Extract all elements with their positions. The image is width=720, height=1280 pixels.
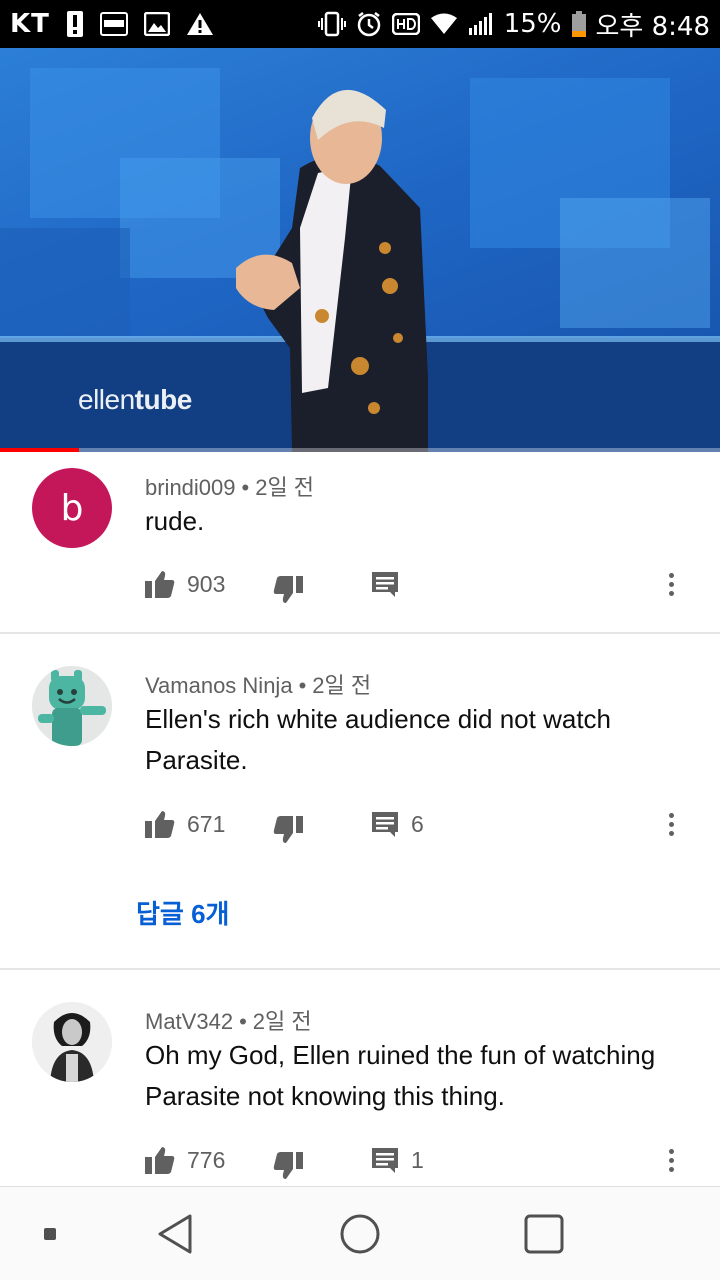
recents-button[interactable] — [520, 1187, 568, 1280]
dislike-button[interactable] — [273, 564, 303, 604]
comment-author[interactable]: MatV342 — [145, 1009, 233, 1034]
reply-button[interactable] — [371, 564, 411, 604]
thumb-up-icon — [145, 571, 175, 598]
clock: 오후 8:48 — [595, 11, 711, 42]
comment-author[interactable]: Vamanos Ninja — [145, 673, 293, 698]
home-button[interactable] — [336, 1187, 384, 1280]
back-triangle-icon — [158, 1214, 192, 1254]
thumb-down-icon — [273, 576, 303, 603]
warning-icon — [186, 11, 214, 37]
more-options-icon[interactable] — [659, 564, 683, 604]
signal-icon — [468, 12, 494, 36]
comment-icon — [372, 572, 398, 597]
comment-item: MatV342 • 2일 전 Oh my God, Ellen ruined the… — [0, 970, 720, 1186]
recents-square-icon — [524, 1214, 564, 1254]
comment-actions: 776 1 — [145, 1140, 705, 1180]
like-button[interactable]: 671 — [145, 804, 225, 844]
back-button[interactable] — [150, 1187, 200, 1280]
reply-button[interactable]: 6 — [371, 804, 424, 844]
vibrate-icon — [317, 11, 346, 37]
reply-count: 6 — [411, 810, 424, 837]
comment-time: 2일 전 — [252, 1009, 312, 1034]
payco-icon — [99, 12, 128, 36]
comment-text: rude. — [145, 506, 205, 536]
comment-time: 2일 전 — [255, 475, 315, 500]
comment-meta: MatV342 • 2일 전 — [145, 1009, 312, 1034]
dislike-button[interactable] — [273, 804, 303, 844]
more-options-icon[interactable] — [659, 1140, 683, 1180]
image-icon — [143, 12, 170, 36]
watermark-light: ellen — [78, 384, 135, 415]
comment-actions: 671 6 — [145, 804, 705, 844]
comment-text: Oh my God, Ellen ruined the fun of watch… — [145, 1040, 656, 1111]
video-player[interactable]: ellentube — [0, 48, 720, 452]
avatar[interactable] — [32, 1002, 112, 1082]
reply-count: 1 — [411, 1146, 424, 1173]
comment-text: Ellen's rich white audience did not watc… — [145, 704, 612, 775]
thumb-up-icon — [145, 1147, 175, 1174]
home-circle-icon — [340, 1214, 380, 1254]
hd-icon — [391, 13, 420, 35]
carrier-label: KT — [10, 9, 50, 39]
comment-meta: brindi009 • 2일 전 — [145, 475, 315, 500]
battery-icon — [571, 11, 586, 37]
like-count: 903 — [187, 570, 226, 597]
thumb-down-icon — [273, 1152, 303, 1179]
watermark-bold: tube — [134, 384, 193, 415]
like-button[interactable]: 776 — [145, 1140, 225, 1180]
comment-item: b brindi009 • 2일 전 rude. 903 — [0, 452, 720, 634]
ninja-avatar-icon — [32, 666, 112, 746]
avatar[interactable] — [32, 666, 112, 746]
person-photo-avatar-icon — [32, 1002, 112, 1082]
thumb-down-icon — [273, 816, 303, 843]
ellentube-watermark: ellentube — [78, 384, 192, 416]
navigation-bar — [0, 1186, 720, 1280]
like-button[interactable]: 903 — [145, 564, 225, 604]
battery-percent: 15% — [503, 9, 562, 39]
comment-actions: 903 — [145, 564, 705, 604]
reply-button[interactable]: 1 — [371, 1140, 424, 1180]
avatar[interactable]: b — [32, 468, 112, 548]
like-count: 671 — [187, 810, 226, 837]
thumb-up-icon — [145, 811, 175, 838]
more-options-icon[interactable] — [659, 804, 683, 844]
comment-icon — [372, 1148, 398, 1173]
dislike-button[interactable] — [273, 1140, 303, 1180]
comment-meta: Vamanos Ninja • 2일 전 — [145, 673, 372, 698]
view-replies-link[interactable]: 답글 6개 — [136, 894, 229, 931]
wifi-icon — [430, 13, 458, 35]
comment-icon — [372, 812, 398, 837]
screen: KT 15% 오후 8:48 ellentube b brindi009 • 2… — [0, 0, 720, 1280]
alarm-icon — [356, 11, 382, 37]
alert-icon — [66, 10, 84, 38]
status-bar: KT 15% 오후 8:48 — [0, 0, 720, 48]
avatar-letter: b — [60, 487, 84, 529]
comment-time: 2일 전 — [312, 673, 372, 698]
comment-item: Vamanos Ninja • 2일 전 Ellen's rich white au… — [0, 634, 720, 970]
like-count: 776 — [187, 1146, 226, 1173]
square-dot-icon — [44, 1228, 56, 1240]
comment-author[interactable]: brindi009 — [145, 475, 236, 500]
menu-dot-button[interactable] — [30, 1187, 70, 1280]
